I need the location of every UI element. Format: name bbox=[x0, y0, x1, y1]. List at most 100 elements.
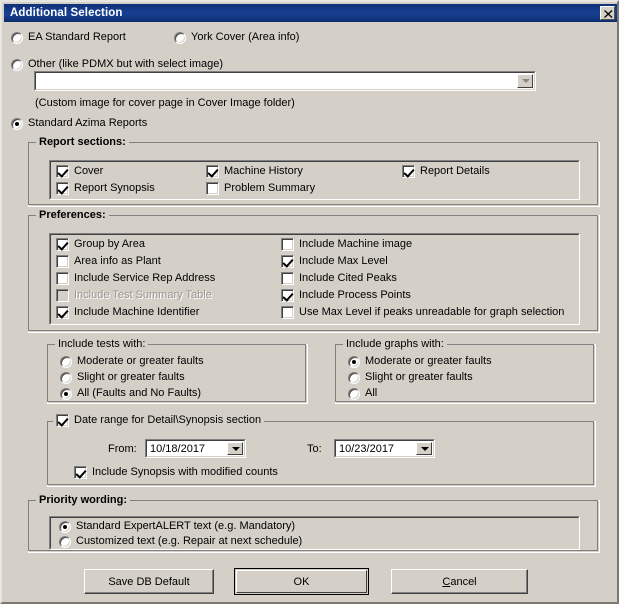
checkbox-include-service-rep-address[interactable]: Include Service Rep Address bbox=[56, 272, 215, 285]
check-indicator bbox=[402, 165, 415, 178]
radio-indicator bbox=[59, 535, 71, 548]
radio-indicator bbox=[60, 355, 72, 368]
checkbox-label: Date range for Detail\Synopsis section bbox=[74, 414, 262, 426]
radio-label: Slight or greater faults bbox=[77, 371, 185, 383]
checkbox-label: Group by Area bbox=[74, 238, 145, 250]
chevron-down-icon[interactable] bbox=[517, 74, 533, 88]
chevron-down-icon[interactable] bbox=[416, 442, 432, 455]
check-indicator bbox=[56, 306, 69, 319]
date-to-label: To: bbox=[307, 443, 322, 455]
cancel-button[interactable]: Cancel bbox=[391, 569, 528, 594]
preferences-title: Preferences: bbox=[36, 209, 109, 221]
checkbox-include-machine-identifier[interactable]: Include Machine Identifier bbox=[56, 306, 199, 319]
radio-tests-slight-or-greater[interactable]: Slight or greater faults bbox=[60, 371, 185, 384]
checkbox-label: Include Synopsis with modified counts bbox=[92, 466, 278, 478]
date-from-value: 10/18/2017 bbox=[150, 442, 206, 455]
radio-indicator bbox=[11, 31, 23, 44]
priority-wording-title: Priority wording: bbox=[36, 494, 130, 506]
checkbox-label: Report Details bbox=[420, 165, 490, 177]
checkbox-include-process-points[interactable]: Include Process Points bbox=[281, 289, 411, 302]
checkbox-area-info-as-plant[interactable]: Area info as Plant bbox=[56, 255, 161, 268]
checkbox-include-test-summary-table: Include Test Summary Table bbox=[56, 289, 212, 302]
preferences-group: Preferences: Group by Area Area info as … bbox=[28, 209, 600, 333]
include-tests-caption: Include tests with: bbox=[55, 338, 149, 350]
check-indicator bbox=[74, 466, 87, 479]
radio-standard-expertalert-text[interactable]: Standard ExpertALERT text (e.g. Mandator… bbox=[59, 520, 295, 533]
checkbox-label: Include Service Rep Address bbox=[74, 272, 216, 284]
checkbox-label: Report Synopsis bbox=[74, 182, 155, 194]
radio-customized-text[interactable]: Customized text (e.g. Repair at next sch… bbox=[59, 535, 302, 548]
date-to-picker[interactable]: 10/23/2017 bbox=[334, 439, 435, 458]
radio-indicator bbox=[174, 31, 186, 44]
additional-selection-dialog: Additional Selection EA Standard Report … bbox=[0, 0, 619, 604]
checkbox-report-details[interactable]: Report Details bbox=[402, 165, 490, 178]
checkbox-label: Cover bbox=[74, 165, 104, 177]
check-indicator bbox=[281, 306, 294, 319]
radio-graphs-moderate-or-greater[interactable]: Moderate or greater faults bbox=[348, 355, 492, 368]
checkbox-problem-summary[interactable]: Problem Summary bbox=[206, 182, 315, 195]
checkbox-include-cited-peaks[interactable]: Include Cited Peaks bbox=[281, 272, 397, 285]
radio-tests-moderate-or-greater[interactable]: Moderate or greater faults bbox=[60, 355, 204, 368]
check-indicator bbox=[281, 272, 294, 285]
check-indicator bbox=[281, 238, 294, 251]
checkbox-label: Include Test Summary Table bbox=[74, 289, 212, 301]
check-indicator bbox=[56, 289, 69, 302]
checkbox-label: Include Machine image bbox=[299, 238, 413, 250]
window-title: Additional Selection bbox=[10, 7, 123, 19]
checkbox-cover[interactable]: Cover bbox=[56, 165, 103, 178]
radio-indicator bbox=[60, 387, 72, 400]
ok-button[interactable]: OK bbox=[234, 568, 369, 595]
report-sections-group: Report sections: Cover Machine History R… bbox=[28, 136, 600, 207]
check-indicator bbox=[281, 289, 294, 302]
radio-indicator bbox=[60, 371, 72, 384]
check-indicator bbox=[56, 255, 69, 268]
checkbox-include-synopsis-modified-counts[interactable]: Include Synopsis with modified counts bbox=[74, 466, 278, 479]
radio-graphs-slight-or-greater[interactable]: Slight or greater faults bbox=[348, 371, 473, 384]
radio-label: York Cover (Area info) bbox=[191, 31, 300, 43]
checkbox-label: Area info as Plant bbox=[74, 255, 161, 267]
checkbox-machine-history[interactable]: Machine History bbox=[206, 165, 303, 178]
custom-image-combo[interactable] bbox=[34, 71, 536, 91]
radio-indicator bbox=[11, 58, 23, 71]
radio-tests-all[interactable]: All (Faults and No Faults) bbox=[60, 387, 201, 400]
checkbox-date-range-enabled[interactable]: Date range for Detail\Synopsis section bbox=[53, 414, 265, 427]
include-graphs-group: Include graphs with: Moderate or greater… bbox=[335, 338, 596, 404]
checkbox-label: Use Max Level if peaks unreadable for gr… bbox=[299, 306, 565, 318]
button-label: Cancel bbox=[442, 576, 476, 588]
checkbox-use-max-level-if-peaks-unreadable[interactable]: Use Max Level if peaks unreadable for gr… bbox=[281, 306, 564, 319]
radio-label: Other (like PDMX but with select image) bbox=[28, 58, 224, 70]
check-indicator bbox=[56, 272, 69, 285]
radio-label: Moderate or greater faults bbox=[365, 355, 492, 367]
check-indicator bbox=[56, 182, 69, 195]
custom-image-combo-value bbox=[35, 72, 517, 90]
date-from-picker[interactable]: 10/18/2017 bbox=[145, 439, 246, 458]
radio-indicator bbox=[11, 117, 23, 130]
checkbox-report-synopsis[interactable]: Report Synopsis bbox=[56, 182, 155, 195]
radio-other-pdmx[interactable]: Other (like PDMX but with select image) bbox=[11, 58, 223, 71]
radio-label: Customized text (e.g. Repair at next sch… bbox=[76, 535, 303, 547]
include-graphs-caption: Include graphs with: bbox=[343, 338, 447, 350]
checkbox-label: Problem Summary bbox=[224, 182, 316, 194]
close-button[interactable] bbox=[600, 6, 615, 20]
radio-indicator bbox=[348, 355, 360, 368]
radio-label: All bbox=[365, 387, 378, 399]
checkbox-label: Include Cited Peaks bbox=[299, 272, 397, 284]
radio-standard-azima-reports[interactable]: Standard Azima Reports bbox=[11, 117, 147, 130]
radio-ea-standard-report[interactable]: EA Standard Report bbox=[11, 31, 126, 44]
radio-label: All (Faults and No Faults) bbox=[77, 387, 202, 399]
radio-indicator bbox=[348, 371, 360, 384]
date-from-label: From: bbox=[108, 443, 137, 455]
radio-label: Slight or greater faults bbox=[365, 371, 473, 383]
radio-graphs-all[interactable]: All bbox=[348, 387, 377, 400]
cancel-rest: ancel bbox=[450, 575, 477, 588]
save-db-default-button[interactable]: Save DB Default bbox=[84, 569, 214, 594]
radio-label: Moderate or greater faults bbox=[77, 355, 204, 367]
title-bar: Additional Selection bbox=[4, 4, 617, 22]
checkbox-include-max-level[interactable]: Include Max Level bbox=[281, 255, 388, 268]
checkbox-label: Include Machine Identifier bbox=[74, 306, 200, 318]
checkbox-group-by-area[interactable]: Group by Area bbox=[56, 238, 145, 251]
radio-york-cover[interactable]: York Cover (Area info) bbox=[174, 31, 299, 44]
checkbox-include-machine-image[interactable]: Include Machine image bbox=[281, 238, 412, 251]
chevron-down-icon[interactable] bbox=[227, 442, 243, 455]
check-indicator bbox=[56, 414, 69, 427]
